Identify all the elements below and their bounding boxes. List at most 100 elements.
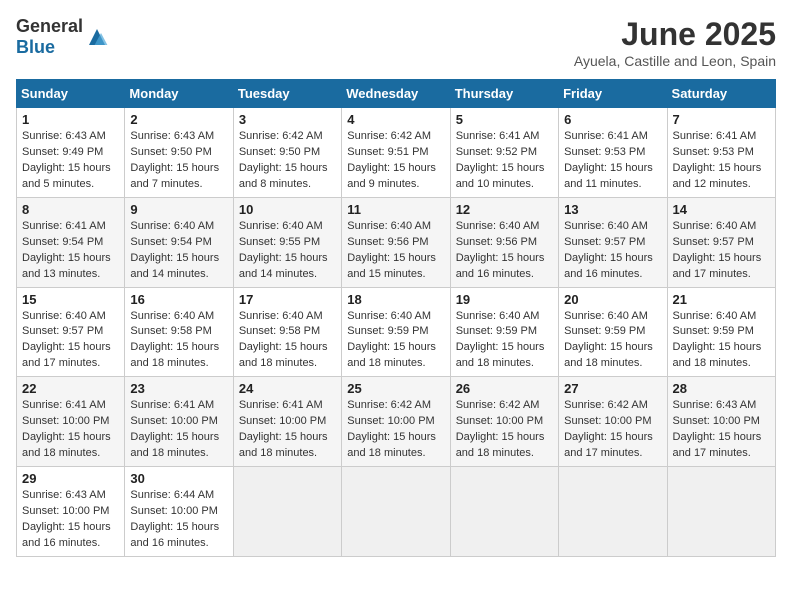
daylight-label: Daylight: 15 hours and 18 minutes. bbox=[564, 341, 653, 369]
calendar-cell: 7 Sunrise: 6:41 AM Sunset: 9:53 PM Dayli… bbox=[667, 108, 775, 198]
sunset-label: Sunset: 9:50 PM bbox=[130, 146, 211, 158]
sunset-label: Sunset: 9:59 PM bbox=[456, 325, 537, 337]
daylight-label: Daylight: 15 hours and 16 minutes. bbox=[130, 521, 219, 549]
day-info: Sunrise: 6:42 AM Sunset: 10:00 PM Daylig… bbox=[564, 398, 661, 462]
daylight-label: Daylight: 15 hours and 18 minutes. bbox=[239, 431, 328, 459]
calendar-cell bbox=[559, 467, 667, 557]
calendar-cell: 26 Sunrise: 6:42 AM Sunset: 10:00 PM Day… bbox=[450, 377, 558, 467]
day-info: Sunrise: 6:43 AM Sunset: 9:49 PM Dayligh… bbox=[22, 129, 119, 193]
sunrise-label: Sunrise: 6:42 AM bbox=[347, 399, 431, 411]
daylight-label: Daylight: 15 hours and 7 minutes. bbox=[130, 162, 219, 190]
calendar-cell: 1 Sunrise: 6:43 AM Sunset: 9:49 PM Dayli… bbox=[17, 108, 125, 198]
sunset-label: Sunset: 10:00 PM bbox=[347, 415, 434, 427]
day-info: Sunrise: 6:42 AM Sunset: 10:00 PM Daylig… bbox=[456, 398, 553, 462]
day-info: Sunrise: 6:40 AM Sunset: 9:56 PM Dayligh… bbox=[347, 219, 444, 283]
location-title: Ayuela, Castille and Leon, Spain bbox=[574, 53, 776, 69]
sunset-label: Sunset: 9:56 PM bbox=[456, 236, 537, 248]
daylight-label: Daylight: 15 hours and 14 minutes. bbox=[130, 252, 219, 280]
calendar-cell: 20 Sunrise: 6:40 AM Sunset: 9:59 PM Dayl… bbox=[559, 287, 667, 377]
day-info: Sunrise: 6:40 AM Sunset: 9:59 PM Dayligh… bbox=[347, 309, 444, 373]
daylight-label: Daylight: 15 hours and 18 minutes. bbox=[456, 341, 545, 369]
day-number: 4 bbox=[347, 112, 444, 127]
day-info: Sunrise: 6:40 AM Sunset: 9:59 PM Dayligh… bbox=[673, 309, 770, 373]
daylight-label: Daylight: 15 hours and 18 minutes. bbox=[22, 431, 111, 459]
sunset-label: Sunset: 9:54 PM bbox=[22, 236, 103, 248]
day-info: Sunrise: 6:40 AM Sunset: 9:58 PM Dayligh… bbox=[130, 309, 227, 373]
day-info: Sunrise: 6:41 AM Sunset: 9:54 PM Dayligh… bbox=[22, 219, 119, 283]
sunrise-label: Sunrise: 6:40 AM bbox=[347, 310, 431, 322]
daylight-label: Daylight: 15 hours and 18 minutes. bbox=[456, 431, 545, 459]
day-number: 13 bbox=[564, 202, 661, 217]
day-number: 20 bbox=[564, 292, 661, 307]
sunrise-label: Sunrise: 6:41 AM bbox=[22, 399, 106, 411]
sunrise-label: Sunrise: 6:41 AM bbox=[22, 220, 106, 232]
sunset-label: Sunset: 10:00 PM bbox=[673, 415, 760, 427]
day-info: Sunrise: 6:43 AM Sunset: 9:50 PM Dayligh… bbox=[130, 129, 227, 193]
calendar-header-monday: Monday bbox=[125, 80, 233, 108]
sunrise-label: Sunrise: 6:43 AM bbox=[673, 399, 757, 411]
day-number: 19 bbox=[456, 292, 553, 307]
calendar-header-sunday: Sunday bbox=[17, 80, 125, 108]
sunrise-label: Sunrise: 6:41 AM bbox=[239, 399, 323, 411]
daylight-label: Daylight: 15 hours and 9 minutes. bbox=[347, 162, 436, 190]
calendar-cell: 14 Sunrise: 6:40 AM Sunset: 9:57 PM Dayl… bbox=[667, 197, 775, 287]
calendar-cell bbox=[233, 467, 341, 557]
daylight-label: Daylight: 15 hours and 18 minutes. bbox=[130, 431, 219, 459]
calendar-cell bbox=[450, 467, 558, 557]
daylight-label: Daylight: 15 hours and 16 minutes. bbox=[22, 521, 111, 549]
sunset-label: Sunset: 9:56 PM bbox=[347, 236, 428, 248]
sunrise-label: Sunrise: 6:42 AM bbox=[239, 130, 323, 142]
sunset-label: Sunset: 9:58 PM bbox=[130, 325, 211, 337]
sunrise-label: Sunrise: 6:42 AM bbox=[347, 130, 431, 142]
daylight-label: Daylight: 15 hours and 11 minutes. bbox=[564, 162, 653, 190]
day-info: Sunrise: 6:40 AM Sunset: 9:59 PM Dayligh… bbox=[456, 309, 553, 373]
calendar-header-saturday: Saturday bbox=[667, 80, 775, 108]
daylight-label: Daylight: 15 hours and 17 minutes. bbox=[564, 431, 653, 459]
sunset-label: Sunset: 9:57 PM bbox=[564, 236, 645, 248]
day-number: 12 bbox=[456, 202, 553, 217]
sunset-label: Sunset: 10:00 PM bbox=[564, 415, 651, 427]
sunrise-label: Sunrise: 6:41 AM bbox=[673, 130, 757, 142]
month-title: June 2025 bbox=[574, 16, 776, 53]
day-info: Sunrise: 6:43 AM Sunset: 10:00 PM Daylig… bbox=[22, 488, 119, 552]
sunset-label: Sunset: 9:49 PM bbox=[22, 146, 103, 158]
day-info: Sunrise: 6:42 AM Sunset: 9:51 PM Dayligh… bbox=[347, 129, 444, 193]
sunset-label: Sunset: 9:59 PM bbox=[347, 325, 428, 337]
sunrise-label: Sunrise: 6:40 AM bbox=[130, 310, 214, 322]
day-info: Sunrise: 6:40 AM Sunset: 9:55 PM Dayligh… bbox=[239, 219, 336, 283]
day-info: Sunrise: 6:42 AM Sunset: 10:00 PM Daylig… bbox=[347, 398, 444, 462]
calendar-cell: 6 Sunrise: 6:41 AM Sunset: 9:53 PM Dayli… bbox=[559, 108, 667, 198]
day-number: 23 bbox=[130, 381, 227, 396]
sunset-label: Sunset: 9:59 PM bbox=[673, 325, 754, 337]
sunrise-label: Sunrise: 6:43 AM bbox=[130, 130, 214, 142]
calendar-cell bbox=[667, 467, 775, 557]
day-info: Sunrise: 6:41 AM Sunset: 9:53 PM Dayligh… bbox=[673, 129, 770, 193]
daylight-label: Daylight: 15 hours and 5 minutes. bbox=[22, 162, 111, 190]
day-info: Sunrise: 6:41 AM Sunset: 10:00 PM Daylig… bbox=[130, 398, 227, 462]
calendar-week-4: 22 Sunrise: 6:41 AM Sunset: 10:00 PM Day… bbox=[17, 377, 776, 467]
sunrise-label: Sunrise: 6:40 AM bbox=[564, 310, 648, 322]
logo-blue: Blue bbox=[16, 37, 55, 57]
day-number: 7 bbox=[673, 112, 770, 127]
sunset-label: Sunset: 9:51 PM bbox=[347, 146, 428, 158]
day-number: 30 bbox=[130, 471, 227, 486]
sunset-label: Sunset: 10:00 PM bbox=[22, 505, 109, 517]
calendar-table: SundayMondayTuesdayWednesdayThursdayFrid… bbox=[16, 79, 776, 557]
page-header: General Blue June 2025 Ayuela, Castille … bbox=[16, 16, 776, 69]
day-number: 24 bbox=[239, 381, 336, 396]
daylight-label: Daylight: 15 hours and 10 minutes. bbox=[456, 162, 545, 190]
daylight-label: Daylight: 15 hours and 17 minutes. bbox=[673, 252, 762, 280]
calendar-header-wednesday: Wednesday bbox=[342, 80, 450, 108]
sunset-label: Sunset: 9:59 PM bbox=[564, 325, 645, 337]
title-area: June 2025 Ayuela, Castille and Leon, Spa… bbox=[574, 16, 776, 69]
day-info: Sunrise: 6:40 AM Sunset: 9:56 PM Dayligh… bbox=[456, 219, 553, 283]
day-info: Sunrise: 6:43 AM Sunset: 10:00 PM Daylig… bbox=[673, 398, 770, 462]
sunset-label: Sunset: 10:00 PM bbox=[239, 415, 326, 427]
calendar-cell: 22 Sunrise: 6:41 AM Sunset: 10:00 PM Day… bbox=[17, 377, 125, 467]
sunset-label: Sunset: 9:53 PM bbox=[673, 146, 754, 158]
calendar-cell: 28 Sunrise: 6:43 AM Sunset: 10:00 PM Day… bbox=[667, 377, 775, 467]
sunrise-label: Sunrise: 6:40 AM bbox=[456, 310, 540, 322]
calendar-cell: 23 Sunrise: 6:41 AM Sunset: 10:00 PM Day… bbox=[125, 377, 233, 467]
sunset-label: Sunset: 9:54 PM bbox=[130, 236, 211, 248]
day-number: 21 bbox=[673, 292, 770, 307]
